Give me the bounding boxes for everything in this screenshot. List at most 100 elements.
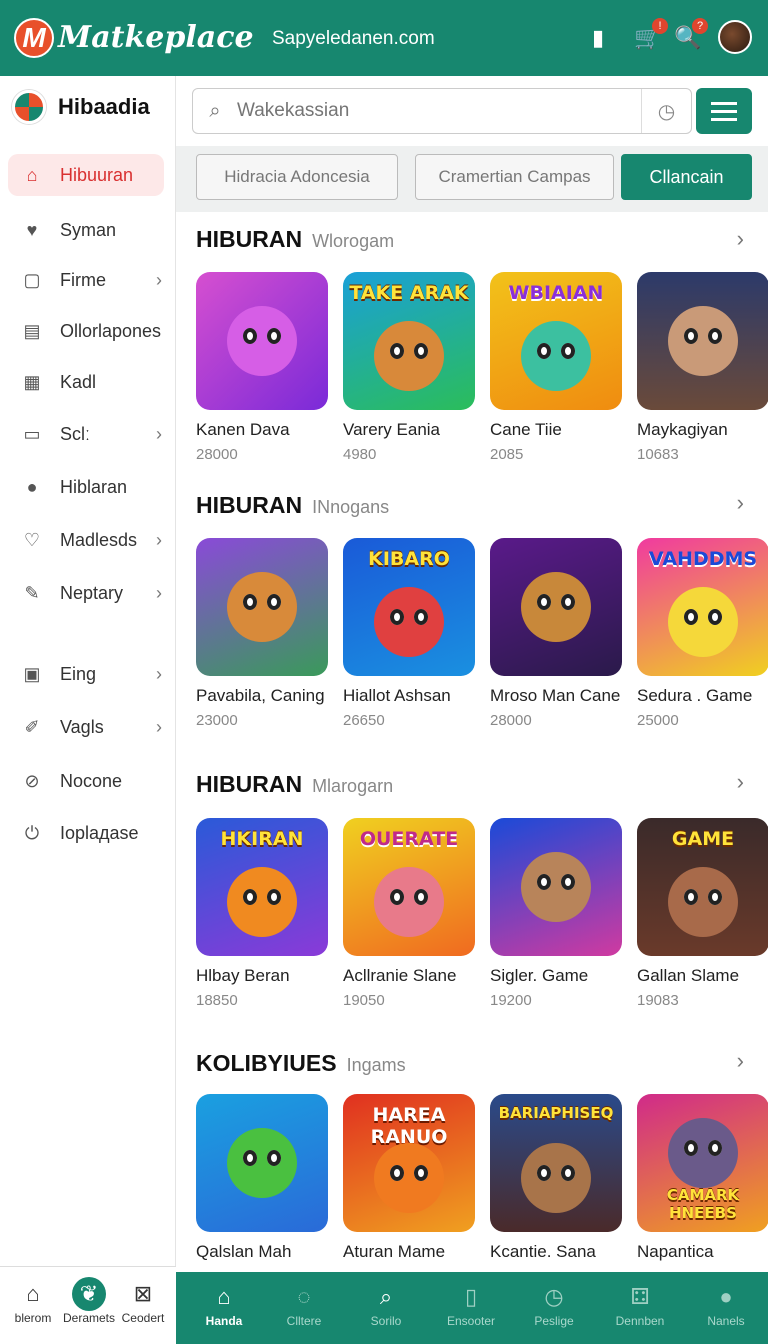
bottom-nav-item-sorilo[interactable]: ⌕ Sorilo (346, 1280, 426, 1328)
filter-chip-1[interactable]: Hidracia Adoncesia (196, 154, 398, 200)
section-subtitle: Mlarogarn (312, 776, 394, 796)
game-thumbnail: OUERATE (343, 818, 475, 956)
character-face (227, 867, 297, 937)
game-count: 28000 (490, 712, 532, 729)
section-title[interactable]: HIBURAN Mlarogarn (196, 771, 393, 798)
game-card[interactable]: Pavabila, Caning 23000 (196, 538, 330, 729)
chevron-right-icon[interactable]: › (737, 769, 744, 795)
chevron-right-icon[interactable]: › (737, 1048, 744, 1074)
game-card[interactable]: KIBARO Hiallot Ashsan 26650 (343, 538, 477, 729)
game-thumbnail: BARIAPHISEQ (490, 1094, 622, 1232)
sidebar-item-neptary[interactable]: ✎ Neptary › (8, 572, 164, 614)
screen-icon: ▭ (23, 423, 41, 444)
brand-icon (12, 90, 46, 124)
sidebar-item-firme[interactable]: ▢ Firme › (8, 259, 164, 301)
book-icon: ▯ (464, 1284, 478, 1309)
bottom-nav-item[interactable]: ⌂ blerom (4, 1277, 62, 1325)
bottom-nav-item-dennben[interactable]: ⚃ Dennben (600, 1280, 680, 1328)
sidebar: Hibaadia ⌂ Hibuuran ♥ Syman ▢ Firme › ▤ … (0, 76, 176, 1266)
game-banner: HKIRAN (220, 828, 304, 850)
game-card[interactable]: TAKE ARAK Varery Eania 4980 (343, 272, 477, 463)
game-card[interactable]: HKIRAN Hlbay Beran 18850 (196, 818, 330, 1009)
main-content: ⌕ ◷ Hidracia Adoncesia Cramertian Campas… (176, 76, 768, 1272)
site-url[interactable]: Sapyeledanen.com (272, 28, 435, 50)
section-subtitle: Ingams (346, 1055, 406, 1075)
person-icon: ● (719, 1284, 733, 1309)
game-thumbnail (196, 538, 328, 676)
section-title[interactable]: KOLIBYIUES Ingams (196, 1050, 406, 1077)
home-outline-icon: ⌂ (26, 1281, 40, 1306)
game-count: 4980 (343, 446, 377, 463)
filter-chip-2[interactable]: Cramertian Campas (415, 154, 614, 200)
sidebar-item-nocone[interactable]: ⊘ Nocone (8, 760, 164, 802)
game-card[interactable]: GAME Gallan Slame 19083 (637, 818, 768, 1009)
game-banner: HAREA RANUO (370, 1104, 448, 1148)
bottom-nav-item-peslige[interactable]: ◷ Peslige (514, 1280, 594, 1328)
game-thumbnail (637, 272, 768, 410)
game-card[interactable]: Sigler. Game 19200 (490, 818, 624, 1009)
section-title[interactable]: HIBURAN Wlorogam (196, 226, 394, 253)
character-face (668, 587, 738, 657)
bottom-nav-label: Ceodert (121, 1311, 165, 1325)
pin-icon: ● (26, 476, 38, 497)
bottom-nav-item-handa[interactable]: ⌂ Handa (184, 1280, 264, 1328)
game-card[interactable]: BARIAPHISEQ Kcantie. Sana (490, 1094, 624, 1268)
bottom-nav-item[interactable]: ❦ Deramets (60, 1277, 118, 1325)
sidebar-item-ollorlapones[interactable]: ▤ Ollorlapones (8, 310, 164, 352)
game-count: 23000 (196, 712, 238, 729)
section-title[interactable]: HIBURAN INnogans (196, 492, 389, 519)
game-card[interactable]: Maykagiyan 10683 (637, 272, 768, 463)
character-face (521, 321, 591, 391)
sidebar-item-syman[interactable]: ♥ Syman (8, 209, 164, 251)
game-thumbnail: HKIRAN (196, 818, 328, 956)
bottom-nav-item-nanels[interactable]: ● Nanels (686, 1280, 766, 1328)
block-icon: ⊘ (24, 770, 40, 791)
game-card[interactable]: Kanen Dava 28000 (196, 272, 330, 463)
bottom-nav-item[interactable]: ⊠ Ceodert (114, 1277, 172, 1325)
sidebar-item-ioplадase[interactable]: ⏻ Ioplадase (8, 812, 164, 854)
sidebar-item-label: Vagls (60, 716, 104, 737)
game-card[interactable]: Qalslan Mah (196, 1094, 330, 1268)
section-heading: HIBURAN (196, 771, 303, 797)
globe-icon: ◌ (297, 1284, 311, 1309)
game-card[interactable]: VAHDDMS Sedura . Game 25000 (637, 538, 768, 729)
game-name: Mroso Man Cane (490, 686, 621, 705)
bottom-nav-label: Handa (205, 1314, 243, 1328)
sidebar-item-hiblaran[interactable]: ● Hiblaran (8, 466, 164, 508)
clock-icon[interactable]: ◷ (641, 89, 691, 133)
logo-icon[interactable]: M (14, 18, 54, 58)
section-heading: HIBURAN (196, 226, 303, 252)
bottle-icon[interactable]: ▮ (582, 22, 614, 54)
bottom-nav-item-ensooter[interactable]: ▯ Ensooter (431, 1280, 511, 1328)
search-input[interactable] (237, 100, 637, 122)
sidebar-item-hibuuran[interactable]: ⌂ Hibuuran (8, 154, 164, 196)
notification-icon[interactable]: 🔍? (672, 18, 708, 54)
sidebar-item-eing[interactable]: ▣ Eing › (8, 653, 164, 695)
game-card[interactable]: WBIAIAN Cane Tiie 2085 (490, 272, 624, 463)
sidebar-item-vagls[interactable]: ✐ Vagls › (8, 706, 164, 748)
game-card[interactable]: OUERATE Acllranie Slane 19050 (343, 818, 477, 1009)
filter-strip: Hidracia Adoncesia Cramertian Campas Cll… (176, 146, 768, 212)
bottom-nav-label: Nanels (707, 1314, 745, 1328)
filter-chip-3[interactable]: Cllancain (621, 154, 752, 200)
chevron-right-icon[interactable]: › (737, 490, 744, 516)
menu-button[interactable] (696, 88, 752, 134)
sidebar-item-label: Kadl (60, 371, 97, 392)
character-face (668, 306, 738, 376)
tag-icon: ♡ (23, 529, 41, 550)
sidebar-item-madlesds[interactable]: ♡ Madlesds › (8, 519, 164, 561)
sidebar-item-kadl[interactable]: ▦ Kadl (8, 361, 164, 403)
sidebar-brand[interactable]: Hibaadia (12, 90, 150, 124)
game-card[interactable]: CAMARK HNEEBS Napantica (637, 1094, 768, 1268)
sidebar-item-scl[interactable]: ▭ Sclː › (8, 413, 164, 455)
app-title[interactable]: Matkeplace (58, 20, 254, 55)
game-banner: OUERATE (359, 828, 459, 850)
game-card[interactable]: HAREA RANUO Aturan Mame (343, 1094, 477, 1268)
game-card[interactable]: Mroso Man Cane 28000 (490, 538, 624, 729)
chevron-right-icon[interactable]: › (737, 226, 744, 252)
user-avatar[interactable] (718, 20, 752, 54)
cart-icon[interactable]: 🛒! (632, 18, 668, 54)
bottom-nav-item-cltere[interactable]: ◌ Clltere (264, 1280, 344, 1328)
game-count: 18850 (196, 992, 238, 1009)
search-bar[interactable]: ⌕ ◷ (192, 88, 692, 134)
